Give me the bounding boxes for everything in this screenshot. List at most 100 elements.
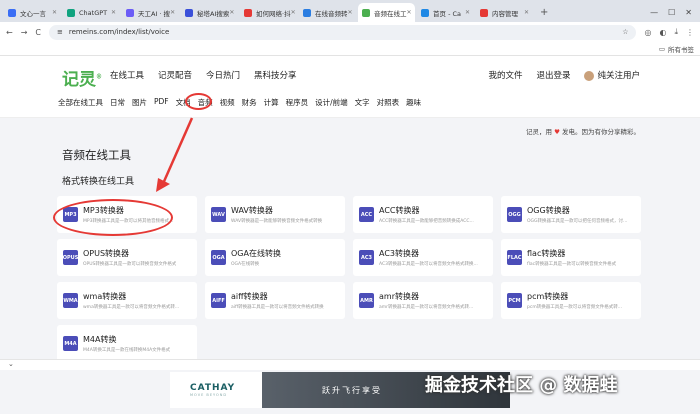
bookmark-star-icon[interactable]: ☆ (622, 28, 628, 36)
main-nav-item[interactable]: 在线工具 (110, 69, 144, 81)
tool-card[interactable]: M4A M4A转换 M4A转换工具是一款在线转换M4A文件格式 (57, 325, 197, 362)
folder-icon: ▭ (658, 44, 665, 53)
tool-card[interactable]: FLAC flac转换器 flac转换器工具是一款可以转换音频文件格式 (501, 239, 641, 276)
site-logo[interactable]: 记灵® (62, 65, 102, 90)
tool-card-text: MP3转换器 MP3转换器工具是一款可以将其他音频格式... (83, 205, 173, 224)
tab-label: 在线音频转 (315, 9, 348, 18)
tab-close-icon[interactable]: ✕ (111, 9, 116, 16)
forward-button[interactable]: → (21, 28, 28, 37)
new-tab-button[interactable]: + (537, 3, 551, 22)
tool-card-title: ACC转换器 (379, 206, 420, 215)
tool-card-title: WAV转换器 (231, 206, 273, 215)
tool-card-text: amr转换器 amr转换器工具是一款可以将音频文件格式转... (379, 291, 473, 310)
browser-tab-bar: 文心一言 ✕ ChatGPT ✕ 天工AI · 搜 ✕ 秘塔AI搜索 ✕ 如何网络·抖 ✕ 在线音频… (0, 0, 700, 22)
tool-card-desc: amr转换器工具是一款可以将音频文件格式转... (379, 305, 474, 310)
tool-card-desc: aiff转换器工具是一款可以将音频文件格式转换 (231, 305, 324, 310)
category-nav-item[interactable]: 文字 (355, 97, 370, 108)
tool-card[interactable]: AIFF aiff转换器 aiff转换器工具是一款可以将音频文件格式转换 (205, 282, 345, 319)
browser-tab[interactable]: ChatGPT ✕ (63, 3, 120, 22)
tool-grid: MP3 MP3转换器 MP3转换器工具是一款可以将其他音频格式... WAV WAV转换… (57, 196, 641, 362)
browser-tab[interactable]: 天工AI · 搜 ✕ (122, 3, 179, 22)
browser-tab[interactable]: 音频在线工 ✕ (358, 3, 415, 22)
tab-close-icon[interactable]: ✕ (229, 9, 234, 16)
category-nav-item[interactable]: 日常 (110, 97, 125, 108)
chevron-down-icon[interactable]: ⌄ (8, 360, 14, 368)
tab-close-icon[interactable]: ✕ (465, 9, 470, 16)
tab-close-icon[interactable]: ✕ (291, 9, 296, 16)
main-nav-item[interactable]: 记灵配音 (158, 69, 192, 81)
audio-file-icon: AMR (359, 293, 374, 308)
tool-card[interactable]: AC3 AC3转换器 AC3转换器工具是一款可以将音频文件格式转换... (353, 239, 493, 276)
heart-icon: ♥ (554, 128, 560, 136)
audio-file-icon: OPUS (63, 250, 78, 265)
tool-card[interactable]: WMA wma转换器 wma转换器工具是一款可以将音频文件格式转... (57, 282, 197, 319)
url-bar[interactable]: ≡ remeins.com/index/list/voice ☆ (49, 24, 637, 40)
category-nav-item[interactable]: 程序员 (286, 97, 309, 108)
tab-close-icon[interactable]: ✕ (52, 9, 57, 16)
category-nav-item[interactable]: 计算 (264, 97, 279, 108)
tab-label: ChatGPT (79, 8, 108, 17)
menu-icon[interactable]: ⋮ (686, 28, 694, 37)
tool-card[interactable]: AMR amr转换器 amr转换器工具是一款可以将音频文件格式转... (353, 282, 493, 319)
category-nav-item[interactable]: 设计/前端 (315, 97, 348, 108)
tool-card-text: aiff转换器 aiff转换器工具是一款可以将音频文件格式转换 (231, 291, 324, 310)
main-nav-item[interactable]: 黑科技分享 (254, 69, 297, 81)
tool-card-title: amr转换器 (379, 292, 419, 301)
reload-button[interactable]: C (35, 28, 41, 37)
logout-link[interactable]: 退出登录 (536, 69, 570, 81)
tab-close-icon[interactable]: ✕ (524, 9, 529, 16)
audio-file-icon: FLAC (507, 250, 522, 265)
back-button[interactable]: ← (6, 28, 13, 37)
minimize-button[interactable]: — (650, 8, 658, 17)
audio-file-icon: AIFF (211, 293, 226, 308)
audio-file-icon: MP3 (63, 207, 78, 222)
tool-card-title: MP3转换器 (83, 206, 124, 215)
browser-tab[interactable]: 文心一言 ✕ (4, 3, 61, 22)
profile-icon[interactable]: ◐ (659, 28, 666, 37)
tool-card-text: M4A转换 M4A转换工具是一款在线转换M4A文件格式 (83, 334, 170, 353)
tool-card[interactable]: OGG OGG转换器 OGG转换器工具是一款可以把任何音频格式，讨... (501, 196, 641, 233)
tool-card-text: OPUS转换器 OPUS转换器工具是一款可以转换音频文件格式 (83, 248, 176, 267)
tab-close-icon[interactable]: ✕ (170, 9, 175, 16)
category-nav-item[interactable]: 全部在线工具 (58, 97, 103, 108)
maximize-button[interactable]: ☐ (668, 8, 675, 17)
tool-card-title: AC3转换器 (379, 249, 420, 258)
category-nav-item[interactable]: 图片 (132, 97, 147, 108)
main-nav-item[interactable]: 今日热门 (206, 69, 240, 81)
tool-card-desc: WAV转换器是一款能够转换音频文件格式转换 (231, 219, 323, 224)
browser-tab[interactable]: 首页 - Ca ✕ (417, 3, 474, 22)
extension-icon[interactable]: ◎ (644, 28, 651, 37)
category-nav-item[interactable]: PDF (154, 97, 169, 108)
user-menu[interactable]: 纯关注用户 (584, 69, 640, 81)
download-icon[interactable]: ⤓ (674, 27, 678, 37)
browser-tab[interactable]: 内容管理 ✕ (476, 3, 533, 22)
tool-card[interactable]: ACC ACC转换器 ACC转换器工具是一款能够把音频转换成ACC... (353, 196, 493, 233)
browser-tab[interactable]: 秘塔AI搜索 ✕ (181, 3, 238, 22)
tool-card[interactable]: MP3 MP3转换器 MP3转换器工具是一款可以将其他音频格式... (57, 196, 197, 233)
category-nav-item[interactable]: 财务 (242, 97, 257, 108)
category-nav: 全部在线工具 日常 图片 PDF 文档 音频 视频 财务 计算 程序员 设计/前端 文字 对照表 趣味 (58, 97, 421, 108)
tool-card[interactable]: PCM pcm转换器 pcm转换器工具是一款可以将音频文件格式转... (501, 282, 641, 319)
tab-close-icon[interactable]: ✕ (348, 9, 353, 16)
category-nav-item[interactable]: 趣味 (406, 97, 421, 108)
category-nav-item[interactable]: 视频 (220, 97, 235, 108)
tool-card-desc: OPUS转换器工具是一款可以转换音频文件格式 (83, 262, 177, 267)
browser-tab[interactable]: 在线音频转 ✕ (299, 3, 356, 22)
tool-card[interactable]: WAV WAV转换器 WAV转换器是一款能够转换音频文件格式转换 (205, 196, 345, 233)
tab-favicon-icon (126, 8, 134, 17)
tab-label: 如何网络·抖 (256, 9, 291, 18)
browser-tab[interactable]: 如何网络·抖 ✕ (240, 3, 297, 22)
tool-card-desc: M4A转换工具是一款在线转换M4A文件格式 (83, 348, 171, 353)
tab-close-icon[interactable]: ✕ (407, 9, 412, 16)
tool-card-text: wma转换器 wma转换器工具是一款可以将音频文件格式转... (83, 291, 179, 310)
tool-card-text: OGA在线转换 OGA在线转换 (231, 248, 281, 267)
tool-card-text: pcm转换器 pcm转换器工具是一款可以将音频文件格式转... (527, 291, 622, 310)
tool-card[interactable]: OGA OGA在线转换 OGA在线转换 (205, 239, 345, 276)
close-window-button[interactable]: ✕ (685, 8, 692, 17)
tab-favicon-icon (185, 8, 193, 17)
my-files-link[interactable]: 我的文件 (488, 69, 522, 81)
site-info-icon[interactable]: ≡ (57, 28, 63, 36)
tool-card[interactable]: OPUS OPUS转换器 OPUS转换器工具是一款可以转换音频文件格式 (57, 239, 197, 276)
all-bookmarks-link[interactable]: 所有书签 (668, 44, 694, 54)
category-nav-item[interactable]: 对照表 (377, 97, 400, 108)
